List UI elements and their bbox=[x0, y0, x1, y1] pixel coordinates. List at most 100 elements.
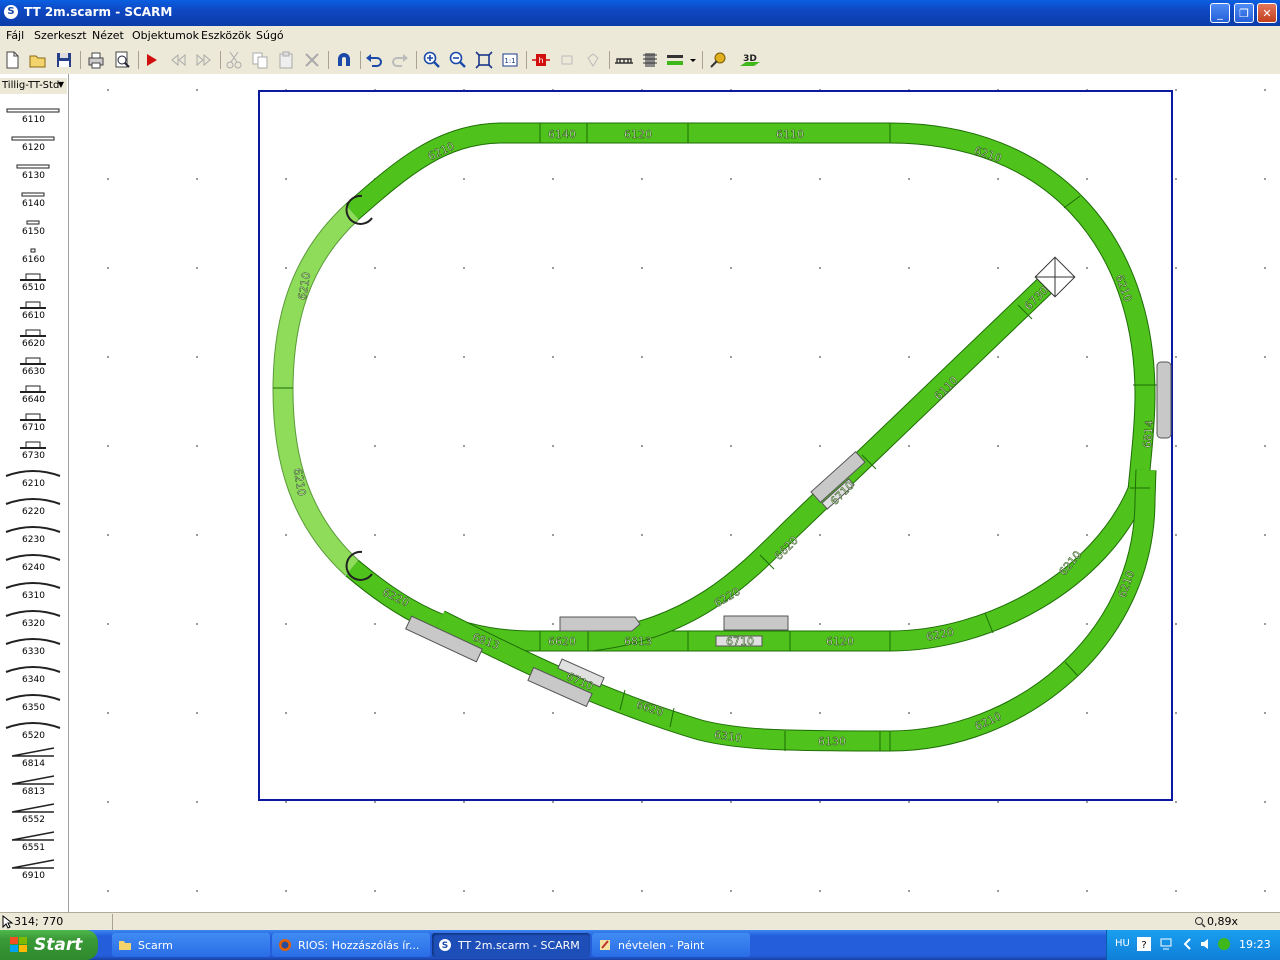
palette-item-6814[interactable]: 6814 bbox=[0, 744, 67, 772]
zoom-1to1-icon[interactable]: 1:1 bbox=[500, 50, 520, 70]
palette-item-6730[interactable]: 6730 bbox=[0, 436, 67, 464]
palette-item-6230[interactable]: 6230 bbox=[0, 520, 67, 548]
height-icon[interactable]: h bbox=[531, 50, 551, 70]
print-icon[interactable] bbox=[86, 50, 106, 70]
palette-item-6710[interactable]: 6710 bbox=[0, 408, 67, 436]
track-layout-drawing[interactable]: 6140 6120 61106210 621062106210621067306110… bbox=[69, 74, 1280, 912]
palette-item-6140[interactable]: 6140 bbox=[0, 184, 67, 212]
copy-icon bbox=[250, 50, 270, 70]
palette-item-6552[interactable]: 6552 bbox=[0, 800, 67, 828]
palette-item-6160[interactable]: 6160 bbox=[0, 240, 67, 268]
palette-item-6620[interactable]: 6620 bbox=[0, 324, 67, 352]
menu-help[interactable]: Súgó bbox=[256, 29, 284, 42]
menu-tools[interactable]: Eszközök bbox=[201, 29, 251, 42]
track-piece-icon bbox=[5, 666, 61, 673]
palette-item-6240[interactable]: 6240 bbox=[0, 548, 67, 576]
new-file-icon[interactable] bbox=[2, 50, 22, 70]
measure-icon[interactable] bbox=[708, 50, 728, 70]
close-button[interactable]: ✕ bbox=[1257, 3, 1277, 23]
task-scarm-folder[interactable]: Scarm bbox=[112, 933, 270, 957]
help-icon[interactable]: ? bbox=[1137, 937, 1151, 951]
svg-text:?: ? bbox=[1141, 940, 1146, 951]
paint-icon bbox=[600, 940, 610, 950]
start-button[interactable]: Start bbox=[0, 930, 98, 960]
security-icon[interactable] bbox=[1217, 937, 1231, 951]
palette-item-label: 6710 bbox=[22, 423, 45, 433]
network-icon[interactable] bbox=[1159, 937, 1173, 951]
palette-item-6510[interactable]: 6510 bbox=[0, 268, 67, 296]
palette-item-label: 6510 bbox=[22, 283, 45, 293]
palette-item-label: 6520 bbox=[22, 731, 45, 741]
palette-item-6110[interactable]: 6110 bbox=[0, 100, 67, 128]
menu-edit[interactable]: Szerkeszt bbox=[34, 29, 87, 42]
track-piece-icon bbox=[11, 803, 55, 813]
scarm-app-icon[interactable]: S bbox=[4, 5, 18, 19]
palette-item-6610[interactable]: 6610 bbox=[0, 296, 67, 324]
magnet-icon[interactable] bbox=[334, 50, 354, 70]
palette-item-6640[interactable]: 6640 bbox=[0, 380, 67, 408]
task-firefox[interactable]: RIOS: Hozzászólás ír... bbox=[272, 933, 430, 957]
palette-item-6120[interactable]: 6120 bbox=[0, 128, 67, 156]
menu-file[interactable]: Fájl bbox=[6, 29, 24, 42]
minimize-button[interactable]: _ bbox=[1210, 3, 1230, 23]
print-preview-icon[interactable] bbox=[112, 50, 132, 70]
track-piece-icon bbox=[11, 747, 55, 757]
rewind-icon bbox=[168, 50, 188, 70]
track-piece-icon bbox=[5, 638, 61, 645]
palette-item-6130[interactable]: 6130 bbox=[0, 156, 67, 184]
track-label-b: 6120 bbox=[624, 128, 652, 141]
zoom-in-icon[interactable] bbox=[422, 50, 442, 70]
3d-view-icon[interactable]: 3D bbox=[738, 50, 762, 70]
palette-item-6210[interactable]: 6210 bbox=[0, 464, 67, 492]
track-label-a: 6140 bbox=[548, 128, 576, 141]
library-select[interactable]: Tillig-TT-Std ▼ bbox=[0, 78, 67, 94]
palette-item-label: 6210 bbox=[22, 479, 45, 489]
palette-item-6310[interactable]: 6310 bbox=[0, 576, 67, 604]
palette-item-6220[interactable]: 6220 bbox=[0, 492, 67, 520]
task-paint[interactable]: névtelen - Paint bbox=[592, 933, 750, 957]
palette-item-label: 6330 bbox=[22, 647, 45, 657]
palette-item-6150[interactable]: 6150 bbox=[0, 212, 67, 240]
palette-item-6520[interactable]: 6520 bbox=[0, 716, 67, 744]
task-scarm[interactable]: S TT 2m.scarm - SCARM bbox=[432, 933, 590, 957]
chevron-down-icon: ▼ bbox=[57, 80, 64, 89]
save-icon[interactable] bbox=[54, 50, 74, 70]
palette-item-6340[interactable]: 6340 bbox=[0, 660, 67, 688]
palette-item-6551[interactable]: 6551 bbox=[0, 828, 67, 856]
open-folder-icon[interactable] bbox=[28, 50, 48, 70]
palette-item-label: 6350 bbox=[22, 703, 45, 713]
track-label-aa: 6130 bbox=[818, 735, 846, 748]
palette-item-label: 6320 bbox=[22, 619, 45, 629]
menu-objects[interactable]: Objektumok bbox=[132, 29, 199, 42]
chevron-left-icon[interactable] bbox=[1183, 938, 1193, 950]
bridge-icon[interactable] bbox=[614, 50, 634, 70]
track-piece-icon bbox=[11, 831, 55, 841]
tunnel-portals[interactable] bbox=[345, 194, 373, 581]
main-oval-track[interactable] bbox=[272, 122, 1157, 752]
tunnel-icon[interactable] bbox=[640, 50, 660, 70]
track-label-r: 6813 bbox=[624, 635, 652, 648]
palette-item-6910[interactable]: 6910 bbox=[0, 856, 67, 884]
undo-icon[interactable] bbox=[364, 50, 384, 70]
layout-canvas[interactable]: 6140 6120 6110 6210 6210 6210 6210 6210 6730 6110… bbox=[69, 74, 1280, 912]
track-piece-icon bbox=[20, 273, 46, 281]
palette-item-6320[interactable]: 6320 bbox=[0, 604, 67, 632]
fit-all-icon[interactable] bbox=[474, 50, 494, 70]
palette-item-6350[interactable]: 6350 bbox=[0, 688, 67, 716]
volume-icon[interactable] bbox=[1199, 937, 1213, 951]
track-style-icon[interactable] bbox=[666, 50, 686, 70]
palette-item-6630[interactable]: 6630 bbox=[0, 352, 67, 380]
track-piece-icon bbox=[21, 192, 45, 197]
palette-item-6330[interactable]: 6330 bbox=[0, 632, 67, 660]
chevron-down-icon[interactable] bbox=[688, 50, 698, 70]
restore-button[interactable]: ❐ bbox=[1234, 3, 1254, 23]
palette-item-label: 6551 bbox=[22, 843, 45, 853]
select-arrow-icon[interactable] bbox=[142, 50, 162, 70]
layer-icon bbox=[557, 50, 577, 70]
firefox-icon bbox=[279, 939, 291, 951]
language-indicator[interactable]: HU bbox=[1115, 938, 1130, 949]
zoom-out-icon[interactable] bbox=[448, 50, 468, 70]
menu-view[interactable]: Nézet bbox=[92, 29, 124, 42]
palette-item-6813[interactable]: 6813 bbox=[0, 772, 67, 800]
palette-item-label: 6110 bbox=[22, 115, 45, 125]
